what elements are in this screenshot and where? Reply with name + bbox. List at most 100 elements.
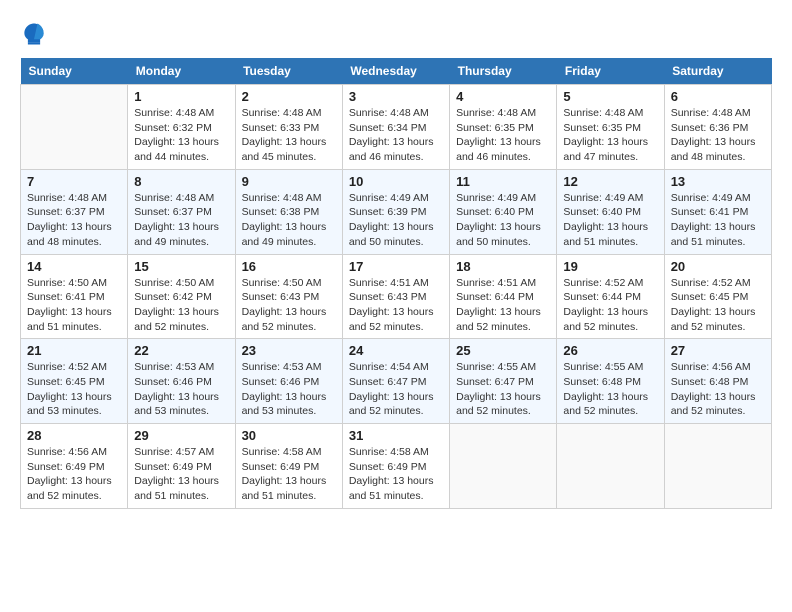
- day-info: Sunrise: 4:48 AMSunset: 6:32 PMDaylight:…: [134, 106, 228, 165]
- day-info: Sunrise: 4:56 AMSunset: 6:49 PMDaylight:…: [27, 445, 121, 504]
- day-info: Sunrise: 4:52 AMSunset: 6:44 PMDaylight:…: [563, 276, 657, 335]
- day-info: Sunrise: 4:57 AMSunset: 6:49 PMDaylight:…: [134, 445, 228, 504]
- day-info: Sunrise: 4:52 AMSunset: 6:45 PMDaylight:…: [671, 276, 765, 335]
- day-info: Sunrise: 4:48 AMSunset: 6:34 PMDaylight:…: [349, 106, 443, 165]
- day-number: 11: [456, 174, 550, 189]
- calendar-cell: 16 Sunrise: 4:50 AMSunset: 6:43 PMDayligh…: [235, 254, 342, 339]
- week-row-0: 1 Sunrise: 4:48 AMSunset: 6:32 PMDaylight…: [21, 85, 772, 170]
- week-row-2: 14 Sunrise: 4:50 AMSunset: 6:41 PMDayligh…: [21, 254, 772, 339]
- day-info: Sunrise: 4:51 AMSunset: 6:43 PMDaylight:…: [349, 276, 443, 335]
- calendar-cell: 18 Sunrise: 4:51 AMSunset: 6:44 PMDayligh…: [450, 254, 557, 339]
- day-number: 3: [349, 89, 443, 104]
- calendar-cell: 28 Sunrise: 4:56 AMSunset: 6:49 PMDayligh…: [21, 424, 128, 509]
- calendar-cell: 4 Sunrise: 4:48 AMSunset: 6:35 PMDaylight…: [450, 85, 557, 170]
- calendar-cell: 26 Sunrise: 4:55 AMSunset: 6:48 PMDayligh…: [557, 339, 664, 424]
- calendar-cell: 5 Sunrise: 4:48 AMSunset: 6:35 PMDaylight…: [557, 85, 664, 170]
- calendar-cell: 12Sunrise: 4:49 AMSunset: 6:40 PMDayligh…: [557, 169, 664, 254]
- calendar-cell: 29 Sunrise: 4:57 AMSunset: 6:49 PMDayligh…: [128, 424, 235, 509]
- day-number: 20: [671, 259, 765, 274]
- col-header-sunday: Sunday: [21, 58, 128, 85]
- day-number: 24: [349, 343, 443, 358]
- col-header-friday: Friday: [557, 58, 664, 85]
- day-number: 27: [671, 343, 765, 358]
- day-info: Sunrise: 4:50 AMSunset: 6:43 PMDaylight:…: [242, 276, 336, 335]
- calendar-cell: 11 Sunrise: 4:49 AMSunset: 6:40 PMDayligh…: [450, 169, 557, 254]
- col-header-saturday: Saturday: [664, 58, 771, 85]
- calendar-cell: 15 Sunrise: 4:50 AMSunset: 6:42 PMDayligh…: [128, 254, 235, 339]
- col-header-wednesday: Wednesday: [342, 58, 449, 85]
- day-info: Sunrise: 4:48 AMSunset: 6:33 PMDaylight:…: [242, 106, 336, 165]
- day-number: 10: [349, 174, 443, 189]
- day-info: Sunrise: 4:54 AMSunset: 6:47 PMDaylight:…: [349, 360, 443, 419]
- day-number: 31: [349, 428, 443, 443]
- day-number: 8: [134, 174, 228, 189]
- day-info: Sunrise: 4:53 AMSunset: 6:46 PMDaylight:…: [134, 360, 228, 419]
- day-info: Sunrise: 4:49 AMSunset: 6:41 PMDaylight:…: [671, 191, 765, 250]
- day-info: Sunrise: 4:48 AMSunset: 6:37 PMDaylight:…: [27, 191, 121, 250]
- day-number: 2: [242, 89, 336, 104]
- calendar-cell: 14 Sunrise: 4:50 AMSunset: 6:41 PMDayligh…: [21, 254, 128, 339]
- day-number: 28: [27, 428, 121, 443]
- calendar-cell: 13 Sunrise: 4:49 AMSunset: 6:41 PMDayligh…: [664, 169, 771, 254]
- calendar-cell: [557, 424, 664, 509]
- week-row-3: 21 Sunrise: 4:52 AMSunset: 6:45 PMDayligh…: [21, 339, 772, 424]
- day-number: 6: [671, 89, 765, 104]
- day-info: Sunrise: 4:48 AMSunset: 6:36 PMDaylight:…: [671, 106, 765, 165]
- calendar-cell: 8Sunrise: 4:48 AMSunset: 6:37 PMDaylight…: [128, 169, 235, 254]
- calendar-cell: 2 Sunrise: 4:48 AMSunset: 6:33 PMDaylight…: [235, 85, 342, 170]
- col-header-tuesday: Tuesday: [235, 58, 342, 85]
- day-number: 26: [563, 343, 657, 358]
- day-info: Sunrise: 4:50 AMSunset: 6:42 PMDaylight:…: [134, 276, 228, 335]
- day-number: 17: [349, 259, 443, 274]
- calendar-cell: 23 Sunrise: 4:53 AMSunset: 6:46 PMDayligh…: [235, 339, 342, 424]
- day-number: 21: [27, 343, 121, 358]
- calendar-cell: 27 Sunrise: 4:56 AMSunset: 6:48 PMDayligh…: [664, 339, 771, 424]
- day-info: Sunrise: 4:51 AMSunset: 6:44 PMDaylight:…: [456, 276, 550, 335]
- day-number: 18: [456, 259, 550, 274]
- day-number: 29: [134, 428, 228, 443]
- day-number: 14: [27, 259, 121, 274]
- calendar-cell: 6 Sunrise: 4:48 AMSunset: 6:36 PMDaylight…: [664, 85, 771, 170]
- day-info: Sunrise: 4:52 AMSunset: 6:45 PMDaylight:…: [27, 360, 121, 419]
- day-number: 23: [242, 343, 336, 358]
- day-info: Sunrise: 4:48 AMSunset: 6:38 PMDaylight:…: [242, 191, 336, 250]
- day-number: 15: [134, 259, 228, 274]
- calendar-cell: 10Sunrise: 4:49 AMSunset: 6:39 PMDayligh…: [342, 169, 449, 254]
- day-number: 9: [242, 174, 336, 189]
- day-info: Sunrise: 4:50 AMSunset: 6:41 PMDaylight:…: [27, 276, 121, 335]
- page-header: [20, 20, 772, 48]
- calendar-cell: 21 Sunrise: 4:52 AMSunset: 6:45 PMDayligh…: [21, 339, 128, 424]
- day-info: Sunrise: 4:49 AMSunset: 6:40 PMDaylight:…: [563, 191, 657, 250]
- calendar-cell: 22 Sunrise: 4:53 AMSunset: 6:46 PMDayligh…: [128, 339, 235, 424]
- week-row-1: 7Sunrise: 4:48 AMSunset: 6:37 PMDaylight…: [21, 169, 772, 254]
- day-number: 13: [671, 174, 765, 189]
- day-number: 19: [563, 259, 657, 274]
- col-header-monday: Monday: [128, 58, 235, 85]
- day-info: Sunrise: 4:48 AMSunset: 6:35 PMDaylight:…: [456, 106, 550, 165]
- col-header-thursday: Thursday: [450, 58, 557, 85]
- day-number: 30: [242, 428, 336, 443]
- day-info: Sunrise: 4:55 AMSunset: 6:48 PMDaylight:…: [563, 360, 657, 419]
- day-number: 1: [134, 89, 228, 104]
- day-info: Sunrise: 4:53 AMSunset: 6:46 PMDaylight:…: [242, 360, 336, 419]
- calendar-cell: 9 Sunrise: 4:48 AMSunset: 6:38 PMDaylight…: [235, 169, 342, 254]
- calendar-table: SundayMondayTuesdayWednesdayThursdayFrid…: [20, 58, 772, 509]
- day-number: 5: [563, 89, 657, 104]
- day-info: Sunrise: 4:48 AMSunset: 6:35 PMDaylight:…: [563, 106, 657, 165]
- calendar-cell: [664, 424, 771, 509]
- day-number: 4: [456, 89, 550, 104]
- day-info: Sunrise: 4:55 AMSunset: 6:47 PMDaylight:…: [456, 360, 550, 419]
- calendar-cell: 31Sunrise: 4:58 AMSunset: 6:49 PMDayligh…: [342, 424, 449, 509]
- calendar-cell: 20 Sunrise: 4:52 AMSunset: 6:45 PMDayligh…: [664, 254, 771, 339]
- day-number: 16: [242, 259, 336, 274]
- header-row: SundayMondayTuesdayWednesdayThursdayFrid…: [21, 58, 772, 85]
- day-info: Sunrise: 4:56 AMSunset: 6:48 PMDaylight:…: [671, 360, 765, 419]
- day-number: 22: [134, 343, 228, 358]
- day-info: Sunrise: 4:49 AMSunset: 6:40 PMDaylight:…: [456, 191, 550, 250]
- day-info: Sunrise: 4:58 AMSunset: 6:49 PMDaylight:…: [242, 445, 336, 504]
- logo: [20, 20, 52, 48]
- calendar-cell: 7Sunrise: 4:48 AMSunset: 6:37 PMDaylight…: [21, 169, 128, 254]
- calendar-cell: 25Sunrise: 4:55 AMSunset: 6:47 PMDayligh…: [450, 339, 557, 424]
- calendar-cell: 24 Sunrise: 4:54 AMSunset: 6:47 PMDayligh…: [342, 339, 449, 424]
- week-row-4: 28 Sunrise: 4:56 AMSunset: 6:49 PMDayligh…: [21, 424, 772, 509]
